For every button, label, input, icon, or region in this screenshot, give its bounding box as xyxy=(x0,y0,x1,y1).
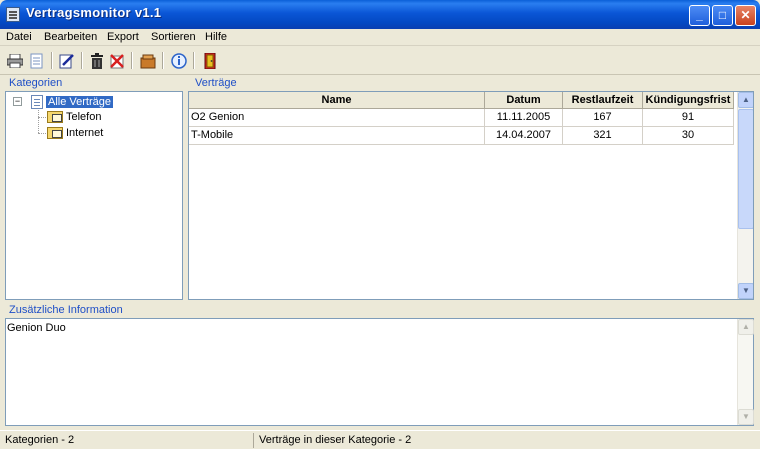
maximize-button[interactable]: □ xyxy=(712,5,733,26)
menu-bearbeiten[interactable]: Bearbeiten xyxy=(44,31,97,43)
tree-expander[interactable]: − xyxy=(13,97,22,106)
arrow-up-icon: ▲ xyxy=(742,322,750,331)
arrow-up-icon: ▲ xyxy=(742,95,750,104)
exit-button[interactable] xyxy=(200,51,220,71)
categories-group-label: Kategorien xyxy=(9,77,63,89)
app-icon xyxy=(6,7,20,22)
menu-bar: Datei Bearbeiten Export Sortieren Hilfe xyxy=(0,29,760,46)
scroll-up-button[interactable]: ▲ xyxy=(738,92,753,108)
scroll-thumb[interactable] xyxy=(738,109,753,229)
document-icon xyxy=(31,95,43,109)
status-contracts: Verträge in dieser Kategorie - 2 xyxy=(259,434,412,446)
contracts-table: Name Datum Restlaufzeit Kündigungsfrist … xyxy=(188,91,754,300)
status-categories: Kategorien - 2 xyxy=(2,433,254,448)
edit-icon xyxy=(59,54,74,69)
tree-connector xyxy=(38,117,46,118)
toolbar-separator xyxy=(51,52,53,69)
package-button[interactable] xyxy=(138,51,158,71)
edit-button[interactable] xyxy=(57,51,77,71)
folder-icon xyxy=(47,111,63,123)
info-scrollbar[interactable]: ▲ ▼ xyxy=(737,319,754,425)
toolbar-separator xyxy=(81,52,83,69)
exit-door-icon xyxy=(204,53,216,69)
cell-kuendigungsfrist: 30 xyxy=(643,127,734,145)
delete-icon xyxy=(91,53,103,69)
tree-item-label: Internet xyxy=(66,127,104,139)
scroll-up-button[interactable]: ▲ xyxy=(738,319,754,335)
info-group-label: Zusätzliche Information xyxy=(9,304,123,316)
menu-sortieren[interactable]: Sortieren xyxy=(151,31,196,43)
menu-hilfe[interactable]: Hilfe xyxy=(205,31,227,43)
toolbar-separator xyxy=(193,52,195,69)
scroll-down-button[interactable]: ▼ xyxy=(738,409,754,425)
arrow-down-icon: ▼ xyxy=(742,286,750,295)
tree-item-telefon[interactable]: Telefon xyxy=(47,110,101,124)
maximize-icon: □ xyxy=(718,8,727,22)
print-icon xyxy=(7,54,23,68)
toolbar-separator xyxy=(131,52,133,69)
info-text: Genion Duo xyxy=(7,322,66,334)
title-bar[interactable]: Vertragsmonitor v1.1 _ □ ✕ xyxy=(0,0,760,29)
tree-item-alle-vertraege[interactable]: Alle Verträge xyxy=(31,95,113,109)
close-button[interactable]: ✕ xyxy=(735,5,756,26)
toolbar xyxy=(0,47,760,75)
minimize-icon: _ xyxy=(696,8,703,22)
cell-kuendigungsfrist: 91 xyxy=(643,109,734,127)
column-header-restlaufzeit[interactable]: Restlaufzeit xyxy=(563,92,643,109)
info-textarea[interactable]: Genion Duo ▲ ▼ xyxy=(5,318,754,426)
scroll-down-button[interactable]: ▼ xyxy=(738,283,753,299)
info-button[interactable] xyxy=(169,51,189,71)
tree-item-internet[interactable]: Internet xyxy=(47,126,103,140)
menu-datei[interactable]: Datei xyxy=(6,31,32,43)
cell-datum: 14.04.2007 xyxy=(485,127,563,145)
info-icon xyxy=(171,53,187,69)
close-icon: ✕ xyxy=(740,8,751,22)
menu-export[interactable]: Export xyxy=(107,31,139,43)
cell-restlaufzeit: 321 xyxy=(563,127,643,145)
minimize-button[interactable]: _ xyxy=(689,5,710,26)
package-icon xyxy=(140,54,156,69)
column-header-datum[interactable]: Datum xyxy=(485,92,563,109)
tree-item-label: Telefon xyxy=(66,111,102,123)
tree-connector xyxy=(38,133,46,134)
arrow-down-icon: ▼ xyxy=(742,412,750,421)
tree-item-label: Alle Verträge xyxy=(46,96,113,108)
print-button[interactable] xyxy=(5,51,25,71)
preview-button[interactable] xyxy=(27,51,47,71)
status-bar: Kategorien - 2 Verträge in dieser Katego… xyxy=(0,430,760,449)
cell-datum: 11.11.2005 xyxy=(485,109,563,127)
delete-x-icon xyxy=(110,54,124,69)
contracts-scrollbar[interactable]: ▲ ▼ xyxy=(737,92,753,299)
tree-connector xyxy=(38,108,39,133)
cell-name: O2 Genion xyxy=(189,109,485,127)
delete-button[interactable] xyxy=(87,51,107,71)
cell-name: T-Mobile xyxy=(189,127,485,145)
column-header-name[interactable]: Name xyxy=(189,92,485,109)
delete-entry-button[interactable] xyxy=(107,51,127,71)
window-title: Vertragsmonitor v1.1 xyxy=(26,5,162,20)
contracts-group-label: Verträge xyxy=(195,77,237,89)
cell-restlaufzeit: 167 xyxy=(563,109,643,127)
preview-icon xyxy=(30,53,43,69)
column-header-kuendigungsfrist[interactable]: Kündigungsfrist xyxy=(643,92,734,109)
folder-icon xyxy=(47,127,63,139)
toolbar-separator xyxy=(162,52,164,69)
